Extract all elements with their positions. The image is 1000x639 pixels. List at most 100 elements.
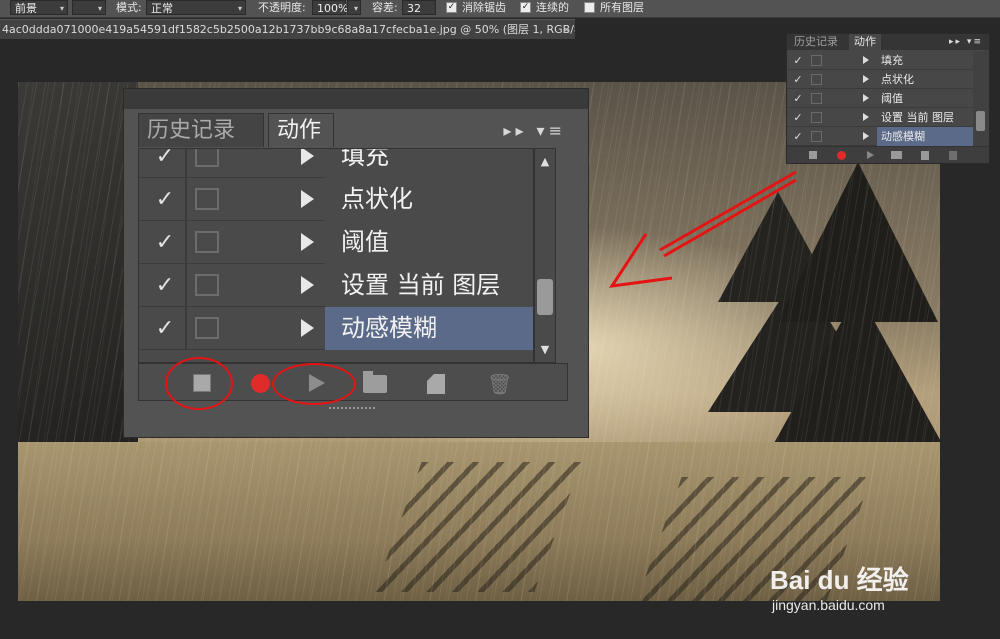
list-item[interactable]: ✓ 设置 当前 图层 xyxy=(139,264,533,307)
checkmark-icon[interactable]: ✓ xyxy=(791,89,805,108)
action-label: 点状化 xyxy=(325,178,533,221)
dialog-toggle[interactable] xyxy=(195,149,219,167)
list-item-selected[interactable]: ✓ 动感模糊 xyxy=(139,307,533,350)
list-item[interactable]: ✓ 设置 当前 图层 xyxy=(787,108,973,127)
panel-menu-icon[interactable]: ▸▸ ▾≡ xyxy=(949,34,983,50)
delete-button[interactable]: 🗑 xyxy=(475,364,515,402)
scroll-up-icon[interactable]: ▲ xyxy=(535,155,555,168)
tab-actions[interactable]: 动作 xyxy=(849,34,881,50)
dialog-toggle[interactable] xyxy=(195,274,219,296)
opacity-value: 100% xyxy=(317,2,349,15)
dialog-toggle[interactable] xyxy=(811,55,822,66)
scroll-thumb[interactable] xyxy=(537,279,553,315)
new-action-button[interactable] xyxy=(921,151,929,160)
record-icon xyxy=(251,374,270,393)
list-item[interactable]: ✓ 点状化 xyxy=(787,70,973,89)
tolerance-input[interactable]: 32 xyxy=(402,0,436,15)
list-item[interactable]: ✓ 阈值 xyxy=(139,221,533,264)
expand-triangle-icon[interactable] xyxy=(863,75,869,83)
tab-actions[interactable]: 动作 xyxy=(268,113,334,147)
tab-history[interactable]: 历史记录 xyxy=(138,113,264,147)
close-tab-button[interactable]: × xyxy=(562,20,571,39)
dialog-toggle[interactable] xyxy=(811,131,822,142)
list-item[interactable]: ✓ 阈值 xyxy=(787,89,973,108)
dialog-toggle[interactable] xyxy=(195,317,219,339)
annotation-arrow xyxy=(608,170,797,288)
resize-grip[interactable] xyxy=(329,407,375,411)
action-label: 点状化 xyxy=(881,73,914,86)
action-label: 填充 xyxy=(325,149,533,178)
delete-button[interactable] xyxy=(949,151,957,160)
opacity-input[interactable]: 100% xyxy=(312,0,349,15)
contiguous-label: 连续的 xyxy=(536,1,569,14)
panel-tabs: 历史记录 动作 ▸▸ ▾≡ xyxy=(787,34,989,50)
checkmark-icon[interactable]: ✓ xyxy=(149,264,181,307)
fill-source-dropdown[interactable]: 前景 ▾ xyxy=(10,0,68,15)
divider xyxy=(185,178,187,221)
chevron-down-icon: ▾ xyxy=(353,4,358,13)
mode-dropdown[interactable]: 正常 ▾ xyxy=(146,0,246,15)
record-button[interactable] xyxy=(837,151,846,160)
checkmark-icon[interactable]: ✓ xyxy=(791,51,805,70)
divider xyxy=(185,149,187,178)
action-label: 设置 当前 图层 xyxy=(881,111,954,124)
new-action-button[interactable] xyxy=(415,364,455,402)
chevron-down-icon: ▾ xyxy=(59,4,64,13)
dialog-toggle[interactable] xyxy=(811,74,822,85)
panel-header-strip xyxy=(124,89,588,109)
action-label: 动感模糊 xyxy=(325,307,533,350)
new-set-button[interactable] xyxy=(355,364,395,402)
folder-icon xyxy=(363,371,387,393)
list-item[interactable]: ✓ 点状化 xyxy=(139,178,533,221)
checkmark-icon[interactable]: ✓ xyxy=(791,108,805,127)
annotation-circle xyxy=(165,357,233,410)
antialias-checkbox[interactable]: ✓ xyxy=(446,2,457,13)
contiguous-checkbox[interactable]: ✓ xyxy=(520,2,531,13)
action-label: 填充 xyxy=(881,54,903,67)
antialias-label: 消除锯齿 xyxy=(462,1,506,14)
play-button[interactable] xyxy=(867,151,874,159)
chevron-down-icon: ▾ xyxy=(97,4,102,13)
list-item[interactable]: ✓ 填充 xyxy=(787,51,973,70)
annotation-circle xyxy=(272,363,356,405)
chevron-down-icon: ▾ xyxy=(237,4,242,13)
scroll-down-icon[interactable]: ▼ xyxy=(535,343,555,356)
new-set-button[interactable] xyxy=(891,151,902,159)
actions-scrollbar[interactable] xyxy=(973,51,989,146)
document-title: 4ac0ddda071000e419a54591df1582c5b2500a12… xyxy=(2,23,575,36)
actions-toolbar xyxy=(787,146,989,163)
expand-triangle-icon[interactable] xyxy=(301,149,314,165)
dialog-toggle[interactable] xyxy=(811,93,822,104)
expand-triangle-icon[interactable] xyxy=(301,276,314,294)
document-tab[interactable]: 4ac0ddda071000e419a54591df1582c5b2500a12… xyxy=(0,19,575,39)
fill-source-value: 前景 xyxy=(15,2,37,15)
expand-triangle-icon[interactable] xyxy=(863,132,869,140)
opacity-dropdown-button[interactable]: ▾ xyxy=(347,0,361,15)
dialog-toggle[interactable] xyxy=(811,112,822,123)
scroll-thumb[interactable] xyxy=(976,111,985,131)
stop-button[interactable] xyxy=(809,151,817,159)
pattern-dropdown[interactable]: ▾ xyxy=(72,0,106,15)
expand-triangle-icon[interactable] xyxy=(301,319,314,337)
checkmark-icon[interactable]: ✓ xyxy=(149,221,181,264)
actions-scrollbar[interactable]: ▲ ▼ xyxy=(534,148,556,363)
expand-triangle-icon[interactable] xyxy=(301,233,314,251)
dialog-toggle[interactable] xyxy=(195,231,219,253)
expand-triangle-icon[interactable] xyxy=(863,94,869,102)
list-item[interactable]: ✓ 填充 xyxy=(139,149,533,178)
expand-triangle-icon[interactable] xyxy=(863,113,869,121)
checkmark-icon[interactable]: ✓ xyxy=(791,70,805,89)
checkmark-icon[interactable]: ✓ xyxy=(149,149,181,178)
checkmark-icon[interactable]: ✓ xyxy=(149,307,181,350)
watermark-logo: Bai du 经验 xyxy=(770,565,909,595)
tab-history[interactable]: 历史记录 xyxy=(789,34,843,50)
checkmark-icon[interactable]: ✓ xyxy=(149,178,181,221)
checkmark-icon[interactable]: ✓ xyxy=(791,127,805,146)
all-layers-checkbox[interactable] xyxy=(584,2,595,13)
panel-menu-icon[interactable]: ▸▸ ▾≡ xyxy=(503,121,566,140)
dialog-toggle[interactable] xyxy=(195,188,219,210)
arrow-shaft xyxy=(663,178,797,258)
list-item-selected[interactable]: ✓ 动感模糊 xyxy=(787,127,973,146)
expand-triangle-icon[interactable] xyxy=(301,190,314,208)
expand-triangle-icon[interactable] xyxy=(863,56,869,64)
